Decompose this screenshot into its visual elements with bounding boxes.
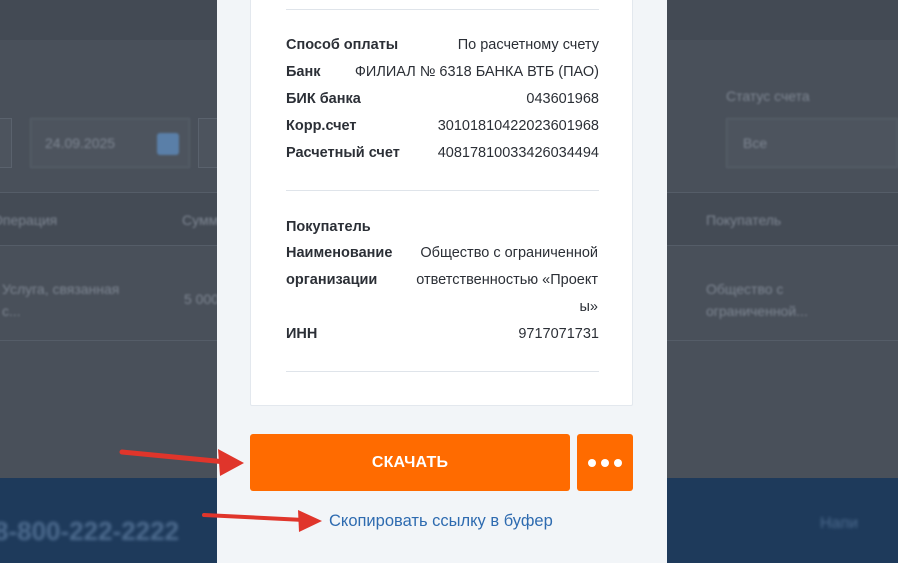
more-options-button[interactable]: [577, 434, 633, 491]
background-footer-phone: 8-800-222-2222: [0, 516, 180, 546]
divider-middle: [286, 190, 599, 191]
organization-name-value: Общество с ограниченной ответственностью…: [398, 240, 598, 321]
buyer-section-title: Покупатель: [286, 219, 371, 235]
background-status-label: Статус счета: [726, 88, 810, 104]
background-row-amount: 5 000: [184, 291, 220, 307]
more-horizontal-icon: [588, 458, 596, 467]
background-status-select: Все: [726, 118, 898, 168]
background-footer-link: Напи: [820, 515, 859, 532]
annotation-arrow-download: [119, 449, 244, 476]
organization-name-label-line2: организации: [286, 272, 378, 288]
payment-method-row: Способ оплаты По расчетному счету: [286, 37, 599, 53]
annotation-arrow-copy-link: [202, 510, 322, 532]
bank-value: ФИЛИАЛ № 6318 БАНКА ВТБ (ПАО): [354, 64, 599, 80]
bank-label: Банк: [286, 64, 321, 80]
organization-name-value-line3: ы»: [579, 299, 599, 315]
more-horizontal-icon-dot: [601, 458, 609, 467]
background-row-buyer-line1: Общество с: [706, 281, 784, 297]
copy-link-button[interactable]: Скопировать ссылку в буфер: [329, 512, 553, 531]
background-date-value: 24.09.2025: [45, 135, 116, 151]
background-row-service-line1: Услуга, связанная: [2, 281, 120, 297]
background-status-value: Все: [743, 135, 768, 151]
inn-value: 9717071731: [518, 326, 599, 342]
inn-row: ИНН 9717071731: [286, 326, 599, 342]
calendar-icon: [157, 133, 179, 155]
bank-row: Банк ФИЛИАЛ № 6318 БАНКА ВТБ (ПАО): [286, 64, 599, 80]
payment-method-value: По расчетному счету: [457, 37, 599, 53]
settlement-account-value: 40817810033426034494: [437, 145, 599, 161]
corr-account-row: Корр.счет 30101810422023601968: [286, 118, 599, 134]
background-col-operation: Операция: [0, 212, 58, 228]
organization-name-label: Наименование организации: [286, 240, 406, 294]
divider-top: [286, 9, 599, 10]
download-button[interactable]: СКАЧАТЬ: [250, 434, 570, 491]
invoice-details-card: Способ оплаты По расчетному счету Банк Ф…: [250, 0, 633, 406]
bik-value: 043601968: [526, 91, 599, 107]
settlement-account-label: Расчетный счет: [286, 145, 400, 161]
corr-account-label: Корр.счет: [286, 118, 357, 134]
background-row-buyer-line2: ограниченной...: [706, 303, 808, 319]
bik-row: БИК банка 043601968: [286, 91, 599, 107]
invoice-modal: Способ оплаты По расчетному счету Банк Ф…: [217, 0, 667, 563]
background-filter-box: [0, 118, 12, 168]
divider-bottom: [286, 371, 599, 372]
background-row-service-line2: с...: [2, 303, 21, 319]
organization-name-value-line2: ответственностью «Проект: [416, 272, 598, 288]
organization-name-label-line1: Наименование: [286, 245, 393, 261]
background-row-buyer: Общество с ограниченной...: [706, 278, 808, 322]
bik-label: БИК банка: [286, 91, 361, 107]
payment-method-label: Способ оплаты: [286, 37, 399, 53]
settlement-account-row: Расчетный счет 40817810033426034494: [286, 145, 599, 161]
organization-name-value-line1: Общество с ограниченной: [420, 245, 598, 261]
background-col-buyer: Покупатель: [706, 212, 782, 228]
more-horizontal-icon-dot: [614, 458, 622, 467]
corr-account-value: 30101810422023601968: [437, 118, 599, 134]
background-row-service: Услуга, связанная с...: [2, 278, 119, 322]
inn-label: ИНН: [286, 326, 318, 342]
background-date-field: 24.09.2025: [30, 118, 190, 168]
